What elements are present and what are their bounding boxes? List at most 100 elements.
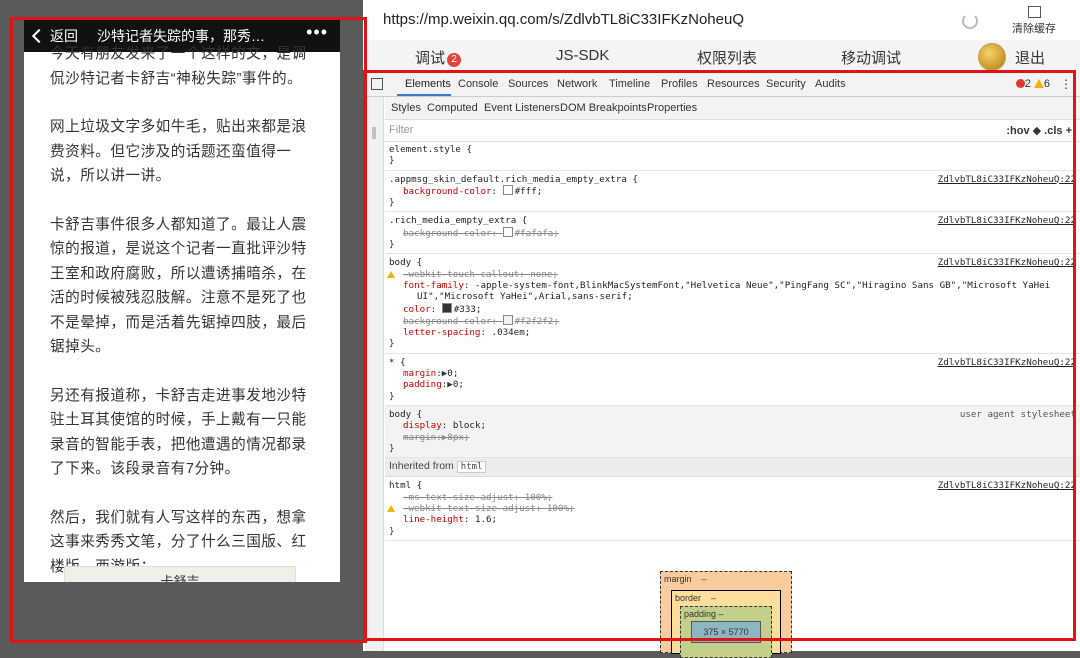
style-property[interactable]: -webkit-touch-callout: none; [387, 269, 1080, 280]
tab-debug-label: 调试 [415, 50, 446, 67]
tab-audits[interactable]: Audits [815, 78, 846, 90]
box-model-border[interactable]: border – padding – 375 × 5770 [671, 590, 781, 658]
logout-button[interactable]: 退出 [1015, 47, 1045, 68]
box-model-content[interactable]: 375 × 5770 [691, 621, 761, 643]
tab-security[interactable]: Security [766, 78, 806, 90]
article-paragraph: 另还有报道称，卡舒吉走进事发地沙特驻土耳其使馆的时候，手上戴有一只能录音的智能手… [50, 387, 307, 478]
error-count: 2 [1024, 78, 1031, 90]
warning-icon [387, 503, 395, 514]
article-body: 今天有朋友发来了一个这样的文，是调侃沙特记者卡舒吉“神秘失踪”事件的。 网上垃圾… [50, 46, 316, 582]
tab-profiles[interactable]: Profiles [661, 78, 698, 90]
tab-resources[interactable]: Resources [707, 78, 760, 90]
tab-jssdk[interactable]: JS-SDK [556, 47, 609, 64]
article-paragraph: 今天有朋友发来了一个这样的文，是调侃沙特记者卡舒吉“神秘失踪”事件的。 [50, 46, 307, 87]
box-model-margin-label: margin – [664, 574, 707, 584]
style-rule[interactable]: element.style { } [385, 141, 1080, 171]
style-rule[interactable]: ZdlvbTL8iC33IFKzNoheuQ:22 .appmsg_skin_d… [385, 171, 1080, 213]
rule-selector: element.style { [389, 144, 472, 155]
box-model-padding[interactable]: padding – 375 × 5770 [680, 606, 772, 658]
url-text[interactable]: https://mp.weixin.qq.com/s/ZdlvbTL8iC33I… [383, 11, 744, 28]
style-property[interactable]: letter-spacing: .034em; [389, 327, 1080, 338]
subtab-properties[interactable]: Properties [647, 102, 697, 114]
tab-sources[interactable]: Sources [508, 78, 548, 90]
style-rule[interactable]: ZdlvbTL8iC33IFKzNoheuQ:22 * { margin:▶0;… [385, 354, 1080, 406]
inherited-from: Inherited from html [385, 458, 1080, 478]
avatar[interactable] [978, 43, 1006, 71]
rule-source-link[interactable]: ZdlvbTL8iC33IFKzNoheuQ:22 [938, 257, 1076, 268]
tab-timeline[interactable]: Timeline [609, 78, 650, 90]
article-paragraph: 网上垃圾文字多如牛毛，贴出来都是浪费资料。但它涉及的话题还蛮值得一说，所以讲一讲… [50, 119, 307, 184]
style-property-continued: UI","Microsoft YaHei",Arial,sans-serif; [417, 291, 633, 303]
style-property[interactable]: display: block; [389, 420, 1080, 431]
box-model-padding-label: padding – [684, 609, 724, 619]
box-model-border-label: border – [675, 593, 717, 603]
chevron-left-icon [31, 28, 47, 44]
styles-subtabs: Styles Computed Event Listeners DOM Brea… [385, 97, 1080, 120]
style-property[interactable]: color: #333; [389, 302, 1080, 315]
elements-scrollbar[interactable] [365, 97, 384, 651]
mobile-preview: 返回 沙特记者失踪的事，那秀… ••• 今天有朋友发来了一个这样的文，是调侃沙特… [24, 18, 340, 582]
inherited-tag[interactable]: html [456, 461, 487, 474]
url-bar[interactable]: https://mp.weixin.qq.com/s/ZdlvbTL8iC33I… [363, 0, 988, 41]
style-property[interactable]: background-color: #f2f2f2; [389, 314, 1080, 327]
tab-mobile-debug[interactable]: 移动调试 [841, 47, 901, 68]
filter-input[interactable]: Filter [389, 124, 413, 136]
rule-source-link[interactable]: ZdlvbTL8iC33IFKzNoheuQ:22 [938, 215, 1076, 226]
kebab-menu-icon[interactable]: ⋮ [1060, 77, 1072, 91]
rule-source-link[interactable]: ZdlvbTL8iC33IFKzNoheuQ:22 [938, 174, 1076, 185]
tool-tabs: 调试 2 JS-SDK 权限列表 移动调试 退出 [363, 40, 1080, 73]
cache-icon [1027, 6, 1041, 18]
style-property[interactable]: line-height: 1.6; [389, 514, 1080, 525]
style-rule-ua[interactable]: user agent stylesheet body { display: bl… [385, 405, 1080, 459]
devtools-tabbar: Elements Console Sources Network Timelin… [365, 72, 1080, 97]
color-swatch[interactable] [502, 184, 513, 195]
more-icon[interactable]: ••• [306, 22, 328, 43]
reload-icon[interactable] [962, 13, 978, 29]
tab-console[interactable]: Console [458, 78, 498, 90]
style-property[interactable]: margin:▶8px; [389, 432, 1080, 443]
style-property[interactable]: background-color: #fff; [389, 184, 1080, 197]
tab-permissions[interactable]: 权限列表 [697, 47, 757, 68]
style-property[interactable]: background-color: #fafafa; [389, 226, 1080, 239]
box-model-margin[interactable]: margin – border – padding – 375 × 5770 [660, 571, 792, 658]
inherited-label: Inherited from [389, 460, 454, 473]
filter-tools[interactable]: :hov ◆ .cls + [1006, 124, 1072, 137]
style-property[interactable]: margin:▶0; [389, 368, 1080, 379]
styles-filter[interactable]: Filter :hov ◆ .cls + [385, 119, 1080, 142]
tab-elements[interactable]: Elements [405, 78, 451, 90]
clear-cache-button[interactable]: 清除缓存 [988, 0, 1080, 40]
style-rule[interactable]: ZdlvbTL8iC33IFKzNoheuQ:22 html { -ms-tex… [385, 477, 1080, 541]
style-property[interactable]: font-family: -apple-system-font,BlinkMac… [389, 280, 1080, 291]
styles-pane: element.style { } ZdlvbTL8iC33IFKzNoheuQ… [385, 141, 1080, 611]
error-warning-count[interactable]: 2 6 [1015, 78, 1050, 90]
inspect-icon[interactable] [371, 78, 383, 90]
warning-count: 6 [1043, 78, 1050, 90]
color-swatch[interactable] [441, 302, 452, 313]
active-tab-indicator [397, 94, 451, 96]
clear-cache-label: 清除缓存 [1012, 23, 1056, 35]
article-paragraph: 卡舒吉事件很多人都知道了。最让人震惊的报道，是说这个记者一直批评沙特王室和政府腐… [50, 216, 307, 356]
style-rule[interactable]: ZdlvbTL8iC33IFKzNoheuQ:22 .rich_media_em… [385, 212, 1080, 255]
scrollbar-thumb[interactable] [372, 127, 376, 139]
debug-badge: 2 [447, 53, 462, 67]
subtab-computed[interactable]: Computed [427, 102, 478, 114]
ua-stylesheet-label: user agent stylesheet [959, 408, 1076, 420]
warning-icon [1033, 79, 1044, 88]
color-swatch[interactable] [502, 226, 513, 237]
style-rule[interactable]: ZdlvbTL8iC33IFKzNoheuQ:22 body { -webkit… [385, 254, 1080, 354]
subtab-dom-breakpoints[interactable]: DOM Breakpoints [560, 102, 647, 114]
style-property[interactable]: -ms-text-size-adjust: 100%; [389, 492, 1080, 503]
error-icon [1015, 79, 1025, 88]
style-property[interactable]: -webkit-text-size-adjust: 100%; [387, 503, 1080, 514]
subtab-event-listeners[interactable]: Event Listeners [484, 102, 560, 114]
tab-debug[interactable]: 调试 2 [415, 47, 462, 68]
warning-icon [387, 269, 395, 280]
style-property[interactable]: padding:▶0; [389, 379, 1080, 390]
article-card: 卡舒吉 [64, 566, 296, 582]
color-swatch[interactable] [502, 314, 513, 325]
devtools: Elements Console Sources Network Timelin… [365, 72, 1080, 658]
tab-network[interactable]: Network [557, 78, 597, 90]
subtab-styles[interactable]: Styles [391, 102, 421, 114]
rule-source-link[interactable]: ZdlvbTL8iC33IFKzNoheuQ:22 [938, 357, 1076, 368]
rule-source-link[interactable]: ZdlvbTL8iC33IFKzNoheuQ:22 [938, 480, 1076, 491]
